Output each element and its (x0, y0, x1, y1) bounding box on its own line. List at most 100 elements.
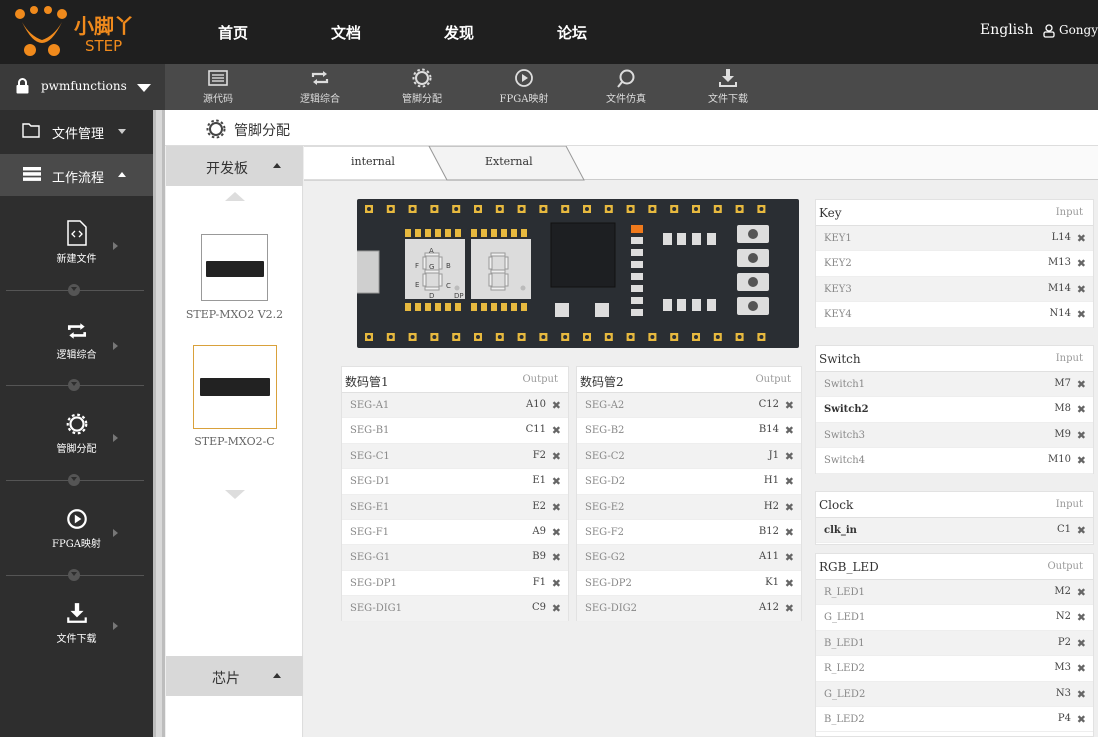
pin-value[interactable]: A10 (526, 399, 546, 410)
sidebar-item-file-management[interactable]: 文件管理 (0, 110, 153, 152)
pin-value[interactable]: N2 (1056, 611, 1071, 622)
pin-row[interactable]: R_LED1 M2 ✖ (816, 580, 1093, 606)
remove-icon[interactable]: ✖ (552, 577, 561, 590)
pin-row[interactable]: SEG-F1 A9 ✖ (342, 520, 568, 546)
pin-value[interactable]: M13 (1048, 257, 1071, 268)
pin-row[interactable]: SEG-DIG1 C9 ✖ (342, 596, 568, 622)
remove-icon[interactable]: ✖ (552, 424, 561, 437)
remove-icon[interactable]: ✖ (785, 526, 794, 539)
flow-step-new-file[interactable]: 新建文件 (0, 220, 153, 265)
sidebar-item-workflow[interactable]: 工作流程 (0, 154, 153, 196)
pin-value[interactable]: F2 (533, 450, 546, 461)
board-thumbnail[interactable] (201, 234, 268, 301)
pin-value[interactable]: E2 (532, 501, 546, 512)
chip-section-header[interactable]: 芯片 (166, 656, 303, 696)
remove-icon[interactable]: ✖ (552, 551, 561, 564)
logo[interactable]: 小脚丫 STEP (14, 6, 144, 58)
pin-row[interactable]: SEG-E1 E2 ✖ (342, 494, 568, 520)
pin-row[interactable]: SEG-D1 E1 ✖ (342, 469, 568, 495)
nav-docs[interactable]: 文档 (331, 22, 361, 43)
pin-row[interactable]: B_LED2 P4 ✖ (816, 707, 1093, 733)
pin-value[interactable]: P4 (1058, 713, 1071, 724)
user-menu[interactable]: Gongyu (1043, 23, 1098, 38)
pin-value[interactable]: C11 (526, 424, 546, 435)
remove-icon[interactable]: ✖ (785, 475, 794, 488)
tool-fpga-map[interactable]: FPGA映射 (484, 68, 564, 105)
remove-icon[interactable]: ✖ (1077, 257, 1086, 270)
pin-row[interactable]: Switch3 M9 ✖ (816, 422, 1093, 449)
remove-icon[interactable]: ✖ (785, 501, 794, 514)
remove-icon[interactable]: ✖ (1077, 403, 1086, 416)
tool-download[interactable]: 文件下载 (688, 68, 768, 105)
remove-icon[interactable]: ✖ (785, 602, 794, 615)
remove-icon[interactable]: ✖ (1077, 232, 1086, 245)
tab-external[interactable]: External (485, 155, 533, 189)
remove-icon[interactable]: ✖ (552, 450, 561, 463)
tool-logic-synthesis[interactable]: 逻辑综合 (280, 68, 360, 105)
pin-row[interactable]: R_LED2 M3 ✖ (816, 656, 1093, 682)
tab-internal[interactable]: internal (351, 155, 395, 189)
pin-value[interactable]: K1 (765, 577, 779, 588)
pin-value[interactable]: C9 (532, 602, 546, 613)
remove-icon[interactable]: ✖ (785, 424, 794, 437)
remove-icon[interactable]: ✖ (785, 450, 794, 463)
remove-icon[interactable]: ✖ (785, 399, 794, 412)
pin-value[interactable]: F1 (533, 577, 546, 588)
pin-value[interactable]: N14 (1050, 308, 1071, 319)
pin-row[interactable]: SEG-C2 J1 ✖ (577, 443, 801, 470)
remove-icon[interactable]: ✖ (785, 577, 794, 590)
nav-forum[interactable]: 论坛 (557, 22, 587, 43)
pin-row[interactable]: SEG-B2 B14 ✖ (577, 418, 801, 444)
pin-row[interactable]: G_LED1 N2 ✖ (816, 605, 1093, 631)
nav-home[interactable]: 首页 (218, 22, 248, 43)
pin-row[interactable]: SEG-F2 B12 ✖ (577, 520, 801, 546)
pin-row[interactable]: SEG-G1 B9 ✖ (342, 545, 568, 571)
pin-value[interactable]: M10 (1048, 454, 1071, 465)
pin-row[interactable]: clk_in C1 ✖ (816, 518, 1093, 544)
pin-row[interactable]: SEG-DP2 K1 ✖ (577, 571, 801, 597)
pin-value[interactable]: C12 (759, 399, 779, 410)
pin-row[interactable]: SEG-B1 C11 ✖ (342, 418, 568, 444)
pin-value[interactable]: B14 (759, 424, 779, 435)
remove-icon[interactable]: ✖ (1077, 586, 1086, 599)
pin-row[interactable]: KEY4 N14 ✖ (816, 302, 1093, 328)
remove-icon[interactable]: ✖ (1077, 524, 1086, 537)
flow-step-fpga-map[interactable]: FPGA映射 (0, 507, 153, 550)
pin-value[interactable]: M3 (1054, 662, 1071, 673)
scroll-up-arrow[interactable] (225, 192, 245, 201)
pin-value[interactable]: A11 (759, 551, 779, 562)
sidebar-splitter[interactable] (153, 110, 165, 737)
pin-value[interactable]: E1 (532, 475, 546, 486)
pin-row[interactable]: KEY2 M13 ✖ (816, 251, 1093, 277)
pin-value[interactable]: A9 (532, 526, 546, 537)
remove-icon[interactable]: ✖ (552, 475, 561, 488)
remove-icon[interactable]: ✖ (1077, 308, 1086, 321)
pin-row[interactable]: SEG-E2 H2 ✖ (577, 494, 801, 520)
remove-icon[interactable]: ✖ (1077, 688, 1086, 701)
pin-value[interactable]: A12 (759, 602, 779, 613)
pin-value[interactable]: C1 (1057, 524, 1071, 535)
remove-icon[interactable]: ✖ (1077, 662, 1086, 675)
pin-row[interactable]: KEY3 M14 ✖ (816, 276, 1093, 303)
pin-row[interactable]: SEG-C1 F2 ✖ (342, 443, 568, 470)
pin-value[interactable]: P2 (1058, 637, 1071, 648)
pin-row[interactable]: SEG-DIG2 A12 ✖ (577, 596, 801, 622)
board-section-header[interactable]: 开发板 (166, 146, 303, 186)
scroll-down-arrow[interactable] (225, 490, 245, 499)
pin-row[interactable]: SEG-G2 A11 ✖ (577, 545, 801, 571)
flow-step-pin-assign[interactable]: 管脚分配 (0, 412, 153, 455)
pin-row[interactable]: Switch4 M10 ✖ (816, 448, 1093, 474)
pin-row[interactable]: SEG-DP1 F1 ✖ (342, 571, 568, 597)
pin-row[interactable]: SEG-A1 A10 ✖ (342, 393, 568, 419)
pin-value[interactable]: H2 (764, 501, 779, 512)
pin-row[interactable]: B_LED1 P2 ✖ (816, 630, 1093, 657)
remove-icon[interactable]: ✖ (1077, 713, 1086, 726)
pin-value[interactable]: M14 (1048, 283, 1071, 294)
flow-step-download[interactable]: 文件下载 (0, 600, 153, 645)
pin-row[interactable]: SEG-A2 C12 ✖ (577, 393, 801, 419)
remove-icon[interactable]: ✖ (552, 526, 561, 539)
pin-row[interactable]: G_LED2 N3 ✖ (816, 681, 1093, 707)
board-name[interactable]: STEP-MXO2 V2.2 (166, 308, 303, 321)
remove-icon[interactable]: ✖ (552, 501, 561, 514)
remove-icon[interactable]: ✖ (552, 602, 561, 615)
